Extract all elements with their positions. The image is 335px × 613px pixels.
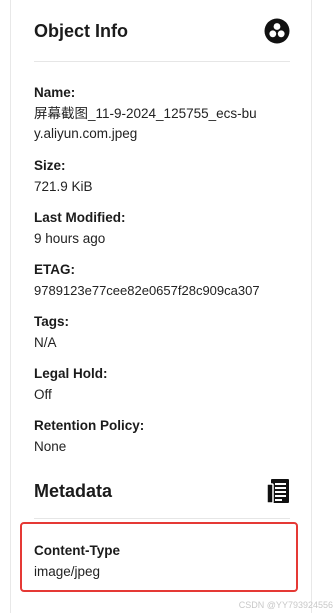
object-info-divider: [34, 61, 290, 62]
field-value: 9789123e77cee82e0657f28c909ca307: [34, 283, 260, 298]
field-value: 9 hours ago: [34, 231, 106, 246]
watermark: CSDN @YY793924556: [238, 600, 333, 610]
highlight-annotation: [20, 522, 298, 592]
field-label: Tags:: [34, 314, 70, 329]
field-retention-policy: Retention Policy: None: [34, 418, 314, 457]
field-value: 屏幕截图_11-9-2024_125755_ecs-buy.aliyun.com…: [34, 106, 257, 141]
object-info-title: Object Info: [34, 20, 128, 41]
field-size: Size: 721.9 KiB: [34, 158, 314, 197]
field-label: Size:: [34, 158, 66, 173]
field-name: Name: 屏幕截图_11-9-2024_125755_ecs-buy.aliy…: [34, 85, 314, 144]
field-value: N/A: [34, 335, 57, 350]
field-label: Legal Hold:: [34, 366, 108, 381]
object-info-icon: [264, 18, 290, 44]
field-label: ETAG:: [34, 262, 75, 277]
field-value: None: [34, 439, 67, 454]
field-label: Last Modified:: [34, 210, 126, 225]
field-last-modified: Last Modified: 9 hours ago: [34, 210, 314, 249]
field-value: 721.9 KiB: [34, 179, 93, 194]
metadata-title: Metadata: [34, 480, 113, 501]
metadata-header: Metadata: [34, 478, 290, 504]
field-tags: Tags: N/A: [34, 314, 314, 353]
field-value: Off: [34, 387, 52, 402]
field-etag: ETAG: 9789123e77cee82e0657f28c909ca307: [34, 262, 314, 301]
metadata-icon: [266, 478, 290, 504]
metadata-divider: [34, 518, 290, 519]
object-info-header: Object Info: [34, 18, 290, 44]
field-legal-hold: Legal Hold: Off: [34, 366, 314, 405]
field-label: Name:: [34, 85, 76, 100]
field-label: Retention Policy:: [34, 418, 145, 433]
